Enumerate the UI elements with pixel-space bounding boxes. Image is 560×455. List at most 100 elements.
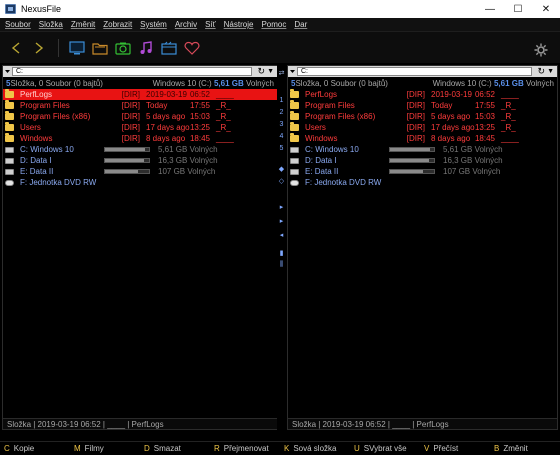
fkey-change[interactable]: B Změnit	[490, 444, 560, 453]
file-type: [DIR]	[121, 101, 140, 110]
arrow-left-icon[interactable]: ◂	[277, 231, 286, 239]
menu-sit[interactable]: Síť	[205, 20, 216, 29]
back-button[interactable]	[6, 38, 26, 58]
panel-info: 5 Složka, 0 Soubor (0 bajtů) Windows 10 …	[288, 77, 557, 89]
minimize-button[interactable]: —	[476, 0, 504, 18]
tab-number[interactable]: 5	[277, 145, 286, 152]
favorites-button[interactable]	[182, 38, 202, 58]
file-row[interactable]: Program Files [DIR] Today 17:55 _R_	[3, 100, 277, 111]
menu-archiv[interactable]: Archiv	[175, 20, 197, 29]
file-attr: ____	[501, 134, 519, 143]
swap-panels-icon[interactable]: ⇄	[277, 69, 286, 77]
tab-number[interactable]: 4	[277, 133, 286, 140]
drive-row[interactable]: E: Data II 107 GB Volných	[3, 166, 277, 177]
drive-icon	[290, 146, 299, 153]
arrow-right-icon[interactable]: ▸	[277, 203, 286, 211]
fkey-rename[interactable]: R Přejmenovat	[210, 444, 280, 453]
file-time: 06:52	[189, 90, 210, 99]
dropdown-icon[interactable]	[5, 69, 10, 74]
dropdown-icon[interactable]	[290, 69, 295, 74]
close-button[interactable]: ✕	[532, 0, 560, 18]
fkey-select-all[interactable]: U SVybrat vše	[350, 444, 420, 453]
menu-nastroje[interactable]: Nástroje	[224, 20, 254, 29]
drive-row[interactable]: F: Jednotka DVD RW	[3, 177, 277, 188]
fkey-key: C	[4, 444, 10, 453]
folder-icon	[5, 122, 14, 131]
fkey-movies[interactable]: M Filmy	[70, 444, 140, 453]
arrow-right-icon[interactable]: ▸	[277, 217, 286, 225]
refresh-icon[interactable]: ↻	[537, 66, 545, 77]
folder-icon	[92, 42, 108, 55]
file-row[interactable]: PerfLogs [DIR] 2019-03-19 06:52 ____	[288, 89, 557, 100]
signal-icon[interactable]: ▮	[277, 249, 286, 257]
file-row[interactable]: Program Files [DIR] Today 17:55 _R_	[288, 100, 557, 111]
item-summary: Složka, 0 Soubor (0 bajtů)	[295, 78, 388, 88]
maximize-button[interactable]: ☐	[504, 0, 532, 18]
file-date: 8 days ago	[146, 134, 186, 143]
menu-pomoc[interactable]: Pomoc	[261, 20, 286, 29]
file-time: 15:03	[189, 112, 210, 121]
refresh-icon[interactable]: ↻	[257, 66, 265, 77]
folders-button[interactable]	[90, 38, 110, 58]
menu-zmenit[interactable]: Změnit	[71, 20, 95, 29]
file-row[interactable]: Program Files (x86) [DIR] 5 days ago 15:…	[288, 111, 557, 122]
path-input[interactable]: C:	[297, 67, 532, 76]
music-button[interactable]	[136, 38, 156, 58]
drive-row[interactable]: C: Windows 10 5,61 GB Volných	[288, 144, 557, 155]
back-arrow-icon	[11, 41, 20, 54]
panel-menu-icon[interactable]: ▼	[267, 66, 274, 77]
file-row[interactable]: Users [DIR] 17 days ago 13:25 _R_	[288, 122, 557, 133]
panel-divider: ⇄ 1 2 3 4 5 ◆ ◇ ▸ ▸ ◂ ▮ ⫼	[277, 65, 286, 430]
drive-free-space: 107 GB Volných	[158, 167, 216, 176]
drive-suffix: Volných	[243, 78, 274, 88]
file-row[interactable]: Windows [DIR] 8 days ago 18:45 ____	[288, 133, 557, 144]
menu-dar[interactable]: Dar	[294, 20, 307, 29]
file-row[interactable]: PerfLogs [DIR] 2019-03-19 06:52 ____	[3, 89, 277, 100]
tab-number[interactable]: 2	[277, 109, 286, 116]
fkey-read[interactable]: V Přečíst	[420, 444, 490, 453]
drive-row[interactable]: D: Data I 16,3 GB Volných	[3, 155, 277, 166]
menu-soubor[interactable]: Soubor	[5, 20, 31, 29]
dvd-drive-icon	[5, 179, 14, 186]
file-list: PerfLogs [DIR] 2019-03-19 06:52 ____ Pro…	[3, 89, 277, 188]
folder-icon	[5, 89, 14, 98]
file-row[interactable]: Program Files (x86) [DIR] 5 days ago 15:…	[3, 111, 277, 122]
drive-row[interactable]: D: Data I 16,3 GB Volných	[288, 155, 557, 166]
bottom-spacer	[0, 430, 560, 441]
menu-slozka[interactable]: Složka	[39, 20, 63, 29]
videos-button[interactable]	[159, 38, 179, 58]
folder-icon	[290, 111, 299, 120]
drive-row[interactable]: F: Jednotka DVD RW	[288, 177, 557, 188]
status-bar: Složka | 2019-03-19 06:52 | ____ | PerfL…	[288, 418, 557, 429]
panel-menu-icon[interactable]: ▼	[547, 66, 554, 77]
drive-usage-bar	[104, 169, 150, 174]
menu-system[interactable]: Systém	[140, 20, 167, 29]
settings-button[interactable]	[531, 40, 551, 60]
fkey-delete[interactable]: D Smazat	[140, 444, 210, 453]
tab-number[interactable]: 3	[277, 121, 286, 128]
fkey-key: R	[214, 444, 220, 453]
file-attr: ____	[216, 134, 234, 143]
fkey-copy[interactable]: C Kopie	[0, 444, 70, 453]
columns-icon[interactable]: ⫼	[277, 261, 286, 269]
drive-row[interactable]: C: Windows 10 5,61 GB Volných	[3, 144, 277, 155]
computer-button[interactable]	[67, 38, 87, 58]
forward-button[interactable]	[29, 38, 49, 58]
diamond-outline-icon[interactable]: ◇	[277, 177, 286, 185]
drive-row[interactable]: E: Data II 107 GB Volných	[288, 166, 557, 177]
file-row[interactable]: Windows [DIR] 8 days ago 18:45 ____	[3, 133, 277, 144]
pictures-button[interactable]	[113, 38, 133, 58]
menu-zobrazit[interactable]: Zobrazit	[103, 20, 132, 29]
music-icon	[140, 40, 152, 54]
app-icon	[5, 4, 16, 14]
fkey-new-folder[interactable]: K Sová složka	[280, 444, 350, 453]
diamond-icon[interactable]: ◆	[277, 165, 286, 173]
file-row[interactable]: Users [DIR] 17 days ago 13:25 _R_	[3, 122, 277, 133]
drive-free-space: 107 GB Volných	[443, 167, 501, 176]
path-input[interactable]: C:	[12, 67, 252, 76]
left-panel: C: ↻ ▼ 5 Složka, 0 Soubor (0 bajtů) Wind…	[2, 65, 278, 430]
tab-number[interactable]: 1	[277, 97, 286, 104]
window-title: NexusFile	[21, 4, 62, 14]
file-time: 17:55	[189, 101, 210, 110]
file-name: Users	[305, 123, 326, 132]
